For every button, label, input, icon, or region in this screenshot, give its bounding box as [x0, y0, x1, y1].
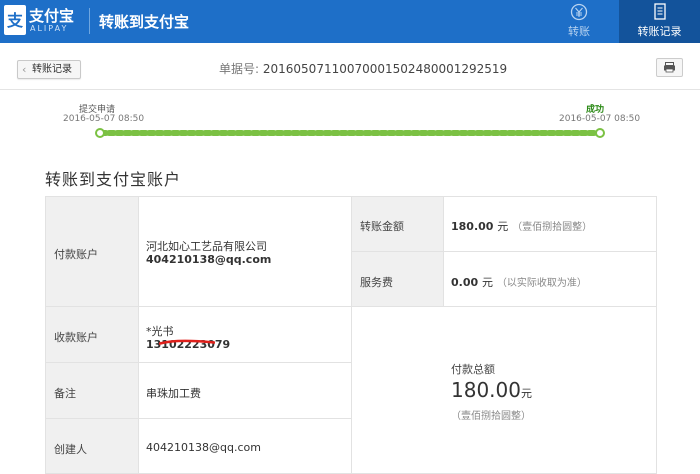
- chevron-left-icon: ‹: [22, 63, 27, 76]
- printer-icon: [664, 62, 675, 73]
- payee-name: *光书: [146, 325, 174, 338]
- nav-transfer-label: 转账: [568, 25, 590, 38]
- payee-label: 收款账户: [54, 331, 98, 344]
- divider: [0, 89, 700, 90]
- total-unit: 元: [520, 387, 532, 400]
- memo-label-cell: 备注: [46, 363, 139, 419]
- transfer-details-table: 付款账户 河北如心工艺品有限公司 404210138@qq.com 转账金额 1…: [45, 196, 657, 474]
- step-start-dot: [95, 128, 105, 138]
- section-title: 转账到支付宝账户: [45, 170, 182, 189]
- payer-name: 河北如心工艺品有限公司: [146, 240, 267, 253]
- fee-number: 0.00: [451, 276, 479, 289]
- fee-label: 服务费: [360, 276, 393, 289]
- fee-label-cell: 服务费: [352, 252, 444, 307]
- brand-subtitle: ALIPAY: [30, 24, 69, 33]
- order-number-value: 20160507110070001502480001292519: [262, 62, 508, 76]
- progress-bar: [95, 128, 605, 138]
- fee-unit: 元: [481, 276, 493, 289]
- amount-unit: 元: [497, 220, 509, 233]
- order-number-label: 单据号:: [219, 62, 260, 76]
- back-to-records-button[interactable]: ‹ 转账记录: [17, 60, 81, 79]
- fee-value: 0.00 元 （以实际收取为准）: [451, 274, 587, 290]
- back-button-label: 转账记录: [32, 64, 72, 75]
- redaction-mark: [159, 339, 215, 345]
- print-button[interactable]: [656, 58, 683, 77]
- page-title: 转账到支付宝: [99, 13, 190, 31]
- step-success-date: 2016-05-07 08:50: [559, 114, 641, 124]
- payer-account: 404210138@qq.com: [146, 253, 272, 266]
- creator-value: 404210138@qq.com: [146, 441, 261, 454]
- payee-label-cell: 收款账户: [46, 307, 139, 363]
- payer-label: 付款账户: [54, 248, 98, 261]
- creator-label-cell: 创建人: [46, 419, 139, 473]
- document-icon: [653, 3, 666, 20]
- amount-value: 180.00 元 （壹佰捌拾圆整）: [451, 218, 592, 234]
- fee-note: （以实际收取为准）: [496, 278, 587, 289]
- amount-number: 180.00: [451, 220, 494, 233]
- amount-label: 转账金额: [360, 220, 404, 233]
- app-header: 支 支付宝 ALIPAY 转账到支付宝 转账 转账记录: [0, 0, 700, 43]
- total-label: 付款总额: [451, 363, 495, 376]
- brand-name: 支付宝: [29, 7, 75, 25]
- nav-transfer[interactable]: 转账: [553, 0, 605, 43]
- yuan-circle-icon: [570, 3, 588, 21]
- header-divider: [89, 8, 90, 34]
- total-amount: 180.00元: [451, 378, 532, 402]
- total-number: 180.00: [451, 378, 521, 402]
- svg-text:支: 支: [6, 11, 24, 30]
- order-number: 单据号: 20160507110070001502480001292519: [219, 60, 507, 77]
- nav-transfer-record-label: 转账记录: [637, 25, 682, 38]
- amount-label-cell: 转账金额: [352, 197, 444, 252]
- creator-label: 创建人: [54, 443, 87, 456]
- step-submit-date: 2016-05-07 08:50: [63, 114, 145, 124]
- amount-in-words: （壹佰捌拾圆整）: [512, 222, 593, 233]
- step-end-dot: [595, 128, 605, 138]
- payer-label-cell: 付款账户: [46, 197, 139, 307]
- alipay-logo-icon: 支: [4, 5, 26, 35]
- memo-label: 备注: [54, 387, 76, 400]
- total-in-words: （壹佰捌拾圆整）: [451, 411, 531, 422]
- memo-value: 串珠加工费: [146, 387, 201, 400]
- nav-transfer-record[interactable]: 转账记录: [619, 0, 700, 43]
